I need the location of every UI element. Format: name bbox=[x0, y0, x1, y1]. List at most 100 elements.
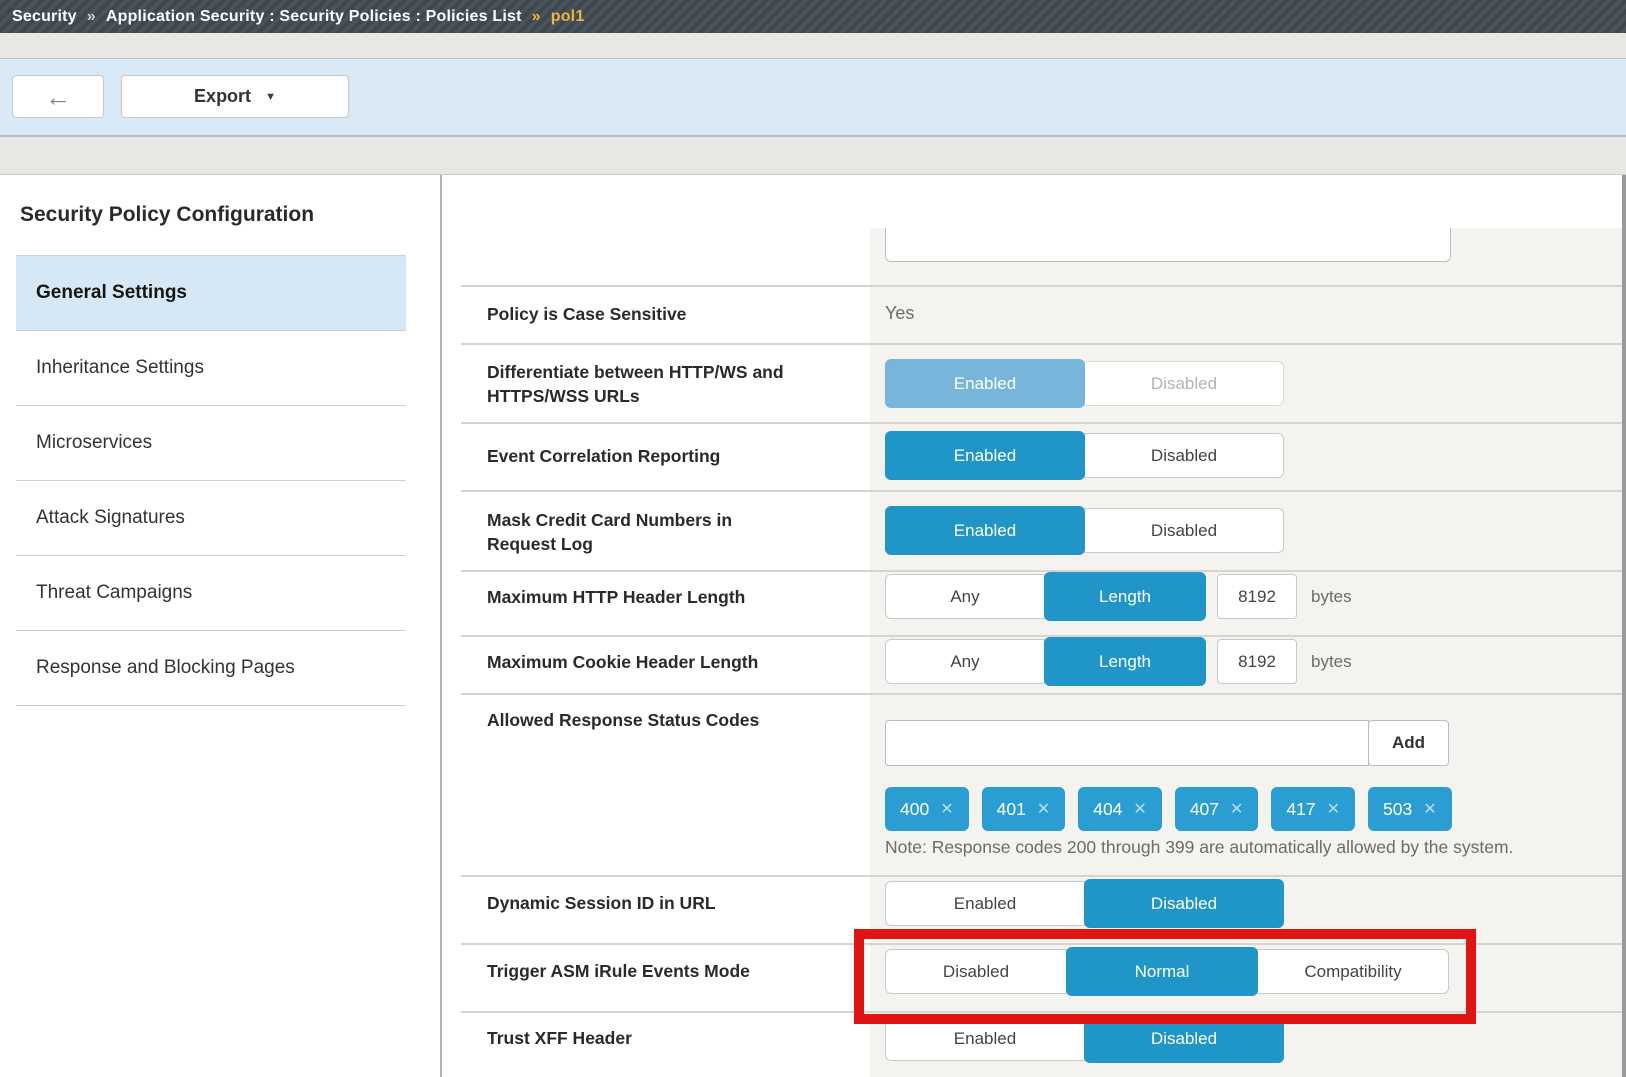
sidebar-item-threat-campaigns[interactable]: Threat Campaigns bbox=[16, 556, 406, 631]
status-code-value: 404 bbox=[1093, 799, 1122, 820]
sidebar-item-inheritance-settings[interactable]: Inheritance Settings bbox=[16, 331, 406, 406]
case-sensitive-value: Yes bbox=[885, 303, 914, 324]
back-arrow-icon: ← bbox=[45, 84, 71, 110]
status-code-chip[interactable]: 404 ✕ bbox=[1078, 787, 1162, 831]
toolbar: ← Export ▼ bbox=[0, 59, 1626, 137]
sidebar-nav: General Settings Inheritance Settings Mi… bbox=[16, 255, 406, 706]
toolbar-spacer bbox=[0, 137, 1626, 175]
status-code-chip-list: 400 ✕ 401 ✕ 404 ✕ 407 ✕ 417 ✕ 503 ✕ bbox=[885, 787, 1452, 831]
compatibility-option[interactable]: Compatibility bbox=[1257, 949, 1449, 994]
disabled-option[interactable]: Disabled bbox=[1084, 508, 1284, 553]
export-button[interactable]: Export ▼ bbox=[121, 75, 349, 118]
setting-label-event-correlation: Event Correlation Reporting bbox=[487, 444, 720, 468]
status-code-value: 417 bbox=[1286, 799, 1315, 820]
breadcrumb-current-policy: pol1 bbox=[551, 8, 585, 26]
chevron-down-icon: ▼ bbox=[265, 91, 276, 103]
status-codes-note: Note: Response codes 200 through 399 are… bbox=[885, 837, 1513, 858]
max-http-header-unit: bytes bbox=[1311, 587, 1352, 607]
sidebar-item-label: Microservices bbox=[36, 432, 152, 454]
sidebar-item-attack-signatures[interactable]: Attack Signatures bbox=[16, 481, 406, 556]
max-cookie-header-unit: bytes bbox=[1311, 652, 1352, 672]
setting-label-max-http-header: Maximum HTTP Header Length bbox=[487, 585, 745, 609]
row-divider bbox=[461, 422, 1622, 424]
sidebar-item-microservices[interactable]: Microservices bbox=[16, 406, 406, 481]
export-label: Export bbox=[194, 86, 251, 107]
normal-option[interactable]: Normal bbox=[1066, 947, 1258, 996]
breadcrumb-separator-icon: » bbox=[87, 8, 96, 26]
window-edge bbox=[1622, 175, 1626, 1077]
truncated-input[interactable] bbox=[885, 228, 1451, 262]
disabled-option[interactable]: Disabled bbox=[1084, 361, 1284, 406]
enabled-option[interactable]: Enabled bbox=[885, 359, 1085, 408]
length-option[interactable]: Length bbox=[1044, 572, 1206, 621]
length-option[interactable]: Length bbox=[1044, 637, 1206, 686]
sidebar-item-label: Attack Signatures bbox=[36, 507, 185, 529]
setting-label-case-sensitive: Policy is Case Sensitive bbox=[487, 302, 686, 326]
any-option[interactable]: Any bbox=[885, 574, 1045, 619]
mask-credit-card-toggle: Enabled Disabled bbox=[885, 508, 1284, 553]
enabled-option[interactable]: Enabled bbox=[885, 431, 1085, 480]
row-divider bbox=[461, 635, 1622, 637]
status-code-chip[interactable]: 400 ✕ bbox=[885, 787, 969, 831]
event-correlation-toggle: Enabled Disabled bbox=[885, 433, 1284, 478]
sidebar: Security Policy Configuration General Se… bbox=[0, 175, 440, 1077]
settings-panel: Policy is Case Sensitive Yes Differentia… bbox=[442, 175, 1626, 1077]
status-code-value: 503 bbox=[1383, 799, 1412, 820]
row-divider bbox=[461, 570, 1622, 572]
setting-label-max-cookie-header: Maximum Cookie Header Length bbox=[487, 650, 758, 674]
remove-icon[interactable]: ✕ bbox=[1327, 799, 1340, 819]
row-divider bbox=[461, 1011, 1622, 1013]
breadcrumb-section[interactable]: Security bbox=[12, 8, 77, 26]
setting-label-differentiate-urls: Differentiate between HTTP/WS and HTTPS/… bbox=[487, 360, 827, 408]
remove-icon[interactable]: ✕ bbox=[940, 799, 953, 819]
row-divider bbox=[461, 285, 1622, 287]
sidebar-item-response-blocking-pages[interactable]: Response and Blocking Pages bbox=[16, 631, 406, 706]
sidebar-item-label: Response and Blocking Pages bbox=[36, 657, 295, 679]
sidebar-item-label: Threat Campaigns bbox=[36, 582, 192, 604]
setting-label-trust-xff: Trust XFF Header bbox=[487, 1026, 632, 1050]
status-code-chip[interactable]: 503 ✕ bbox=[1368, 787, 1452, 831]
any-option[interactable]: Any bbox=[885, 639, 1045, 684]
sidebar-item-general-settings[interactable]: General Settings bbox=[16, 256, 406, 331]
status-code-chip[interactable]: 417 ✕ bbox=[1271, 787, 1355, 831]
trigger-irule-events-toggle: Disabled Normal Compatibility bbox=[885, 949, 1449, 994]
status-code-input[interactable] bbox=[885, 720, 1369, 766]
disabled-option[interactable]: Disabled bbox=[1084, 433, 1284, 478]
breadcrumb-separator-icon: » bbox=[532, 8, 541, 26]
disabled-option[interactable]: Disabled bbox=[885, 949, 1067, 994]
setting-label-dynamic-session-id: Dynamic Session ID in URL bbox=[487, 891, 716, 915]
row-divider bbox=[461, 343, 1622, 345]
status-code-value: 400 bbox=[900, 799, 929, 820]
enabled-option[interactable]: Enabled bbox=[885, 506, 1085, 555]
sidebar-title: Security Policy Configuration bbox=[20, 203, 314, 227]
status-code-value: 407 bbox=[1190, 799, 1219, 820]
enabled-option[interactable]: Enabled bbox=[885, 881, 1085, 926]
trust-xff-toggle: Enabled Disabled bbox=[885, 1016, 1284, 1061]
header-spacer bbox=[0, 33, 1626, 59]
remove-icon[interactable]: ✕ bbox=[1423, 799, 1436, 819]
breadcrumb-path[interactable]: Application Security : Security Policies… bbox=[106, 8, 522, 26]
sidebar-item-label: General Settings bbox=[36, 282, 187, 304]
dynamic-session-toggle: Enabled Disabled bbox=[885, 881, 1284, 926]
enabled-option[interactable]: Enabled bbox=[885, 1016, 1085, 1061]
content-area: Security Policy Configuration General Se… bbox=[0, 175, 1626, 1077]
setting-label-trigger-irule-events: Trigger ASM iRule Events Mode bbox=[487, 959, 750, 983]
breadcrumb: Security » Application Security : Securi… bbox=[0, 0, 1626, 33]
back-button[interactable]: ← bbox=[12, 75, 104, 118]
remove-icon[interactable]: ✕ bbox=[1133, 799, 1146, 819]
status-code-value: 401 bbox=[997, 799, 1026, 820]
row-divider bbox=[461, 693, 1622, 695]
add-status-code-button[interactable]: Add bbox=[1368, 720, 1449, 766]
disabled-option[interactable]: Disabled bbox=[1084, 879, 1284, 928]
max-cookie-header-length-input[interactable] bbox=[1217, 639, 1297, 684]
max-http-header-length-input[interactable] bbox=[1217, 574, 1297, 619]
status-code-chip[interactable]: 407 ✕ bbox=[1175, 787, 1259, 831]
remove-icon[interactable]: ✕ bbox=[1037, 799, 1050, 819]
status-code-chip[interactable]: 401 ✕ bbox=[982, 787, 1066, 831]
differentiate-urls-toggle: Enabled Disabled bbox=[885, 361, 1284, 406]
disabled-option[interactable]: Disabled bbox=[1084, 1014, 1284, 1063]
sidebar-item-label: Inheritance Settings bbox=[36, 357, 204, 379]
row-divider bbox=[461, 943, 1622, 945]
row-divider bbox=[461, 875, 1622, 877]
remove-icon[interactable]: ✕ bbox=[1230, 799, 1243, 819]
